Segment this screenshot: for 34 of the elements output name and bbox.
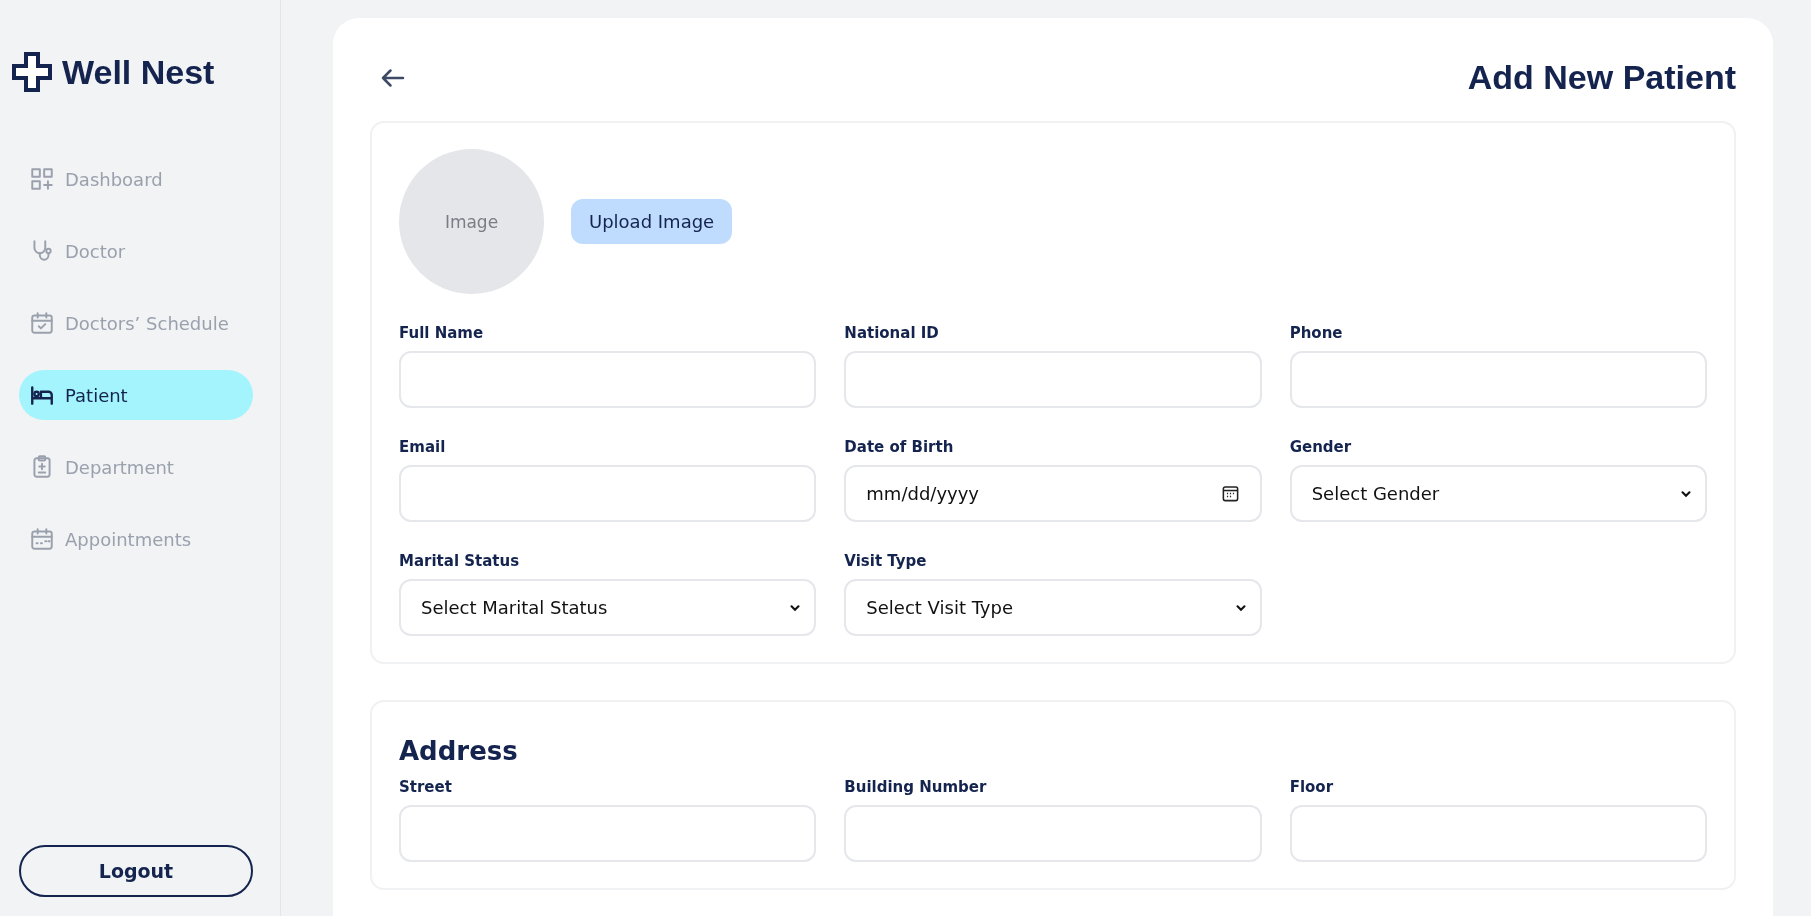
calendar-icon[interactable] bbox=[1220, 484, 1240, 503]
field-label: Phone bbox=[1289, 324, 1344, 342]
logout-button[interactable]: Logout bbox=[19, 845, 253, 897]
input-field[interactable] bbox=[1289, 351, 1707, 408]
input-field[interactable] bbox=[399, 805, 817, 862]
field-label: Full Name bbox=[399, 324, 485, 342]
field-label: Floor bbox=[1289, 778, 1335, 796]
field-label: Street bbox=[399, 778, 453, 796]
medical-cross-icon bbox=[12, 52, 52, 92]
field-label: National ID bbox=[844, 324, 940, 342]
sidebar-item[interactable]: Patient bbox=[19, 370, 253, 420]
input-field[interactable] bbox=[1289, 805, 1707, 862]
page-title: Add New Patient bbox=[1467, 58, 1736, 97]
dropdown-field[interactable]: Select Gender bbox=[1289, 465, 1707, 522]
date-field[interactable]: mm/dd/yyyy bbox=[844, 465, 1262, 522]
field-label: Visit Type bbox=[844, 552, 928, 570]
upload-image-button[interactable]: Upload Image bbox=[571, 199, 733, 244]
brand-name: Well Nest bbox=[62, 52, 215, 92]
field-label: Building Number bbox=[844, 778, 988, 796]
calendar-icon bbox=[29, 526, 55, 552]
field-label: Date of Birth bbox=[844, 438, 955, 456]
input-field[interactable] bbox=[844, 351, 1262, 408]
dropdown-field[interactable]: Select Marital Status bbox=[399, 579, 817, 636]
calendar-check-icon bbox=[29, 310, 55, 336]
input-field[interactable] bbox=[399, 465, 817, 522]
section-title: Address bbox=[399, 736, 519, 766]
field-label: Email bbox=[399, 438, 447, 456]
field-label: Marital Status bbox=[399, 552, 521, 570]
dropdown-field[interactable]: Select Visit Type bbox=[844, 579, 1262, 636]
field-label: Gender bbox=[1289, 438, 1353, 456]
avatar-label: Image bbox=[444, 211, 499, 232]
input-field[interactable] bbox=[844, 805, 1262, 862]
input-field[interactable] bbox=[399, 351, 817, 408]
grid-icon bbox=[29, 166, 55, 192]
